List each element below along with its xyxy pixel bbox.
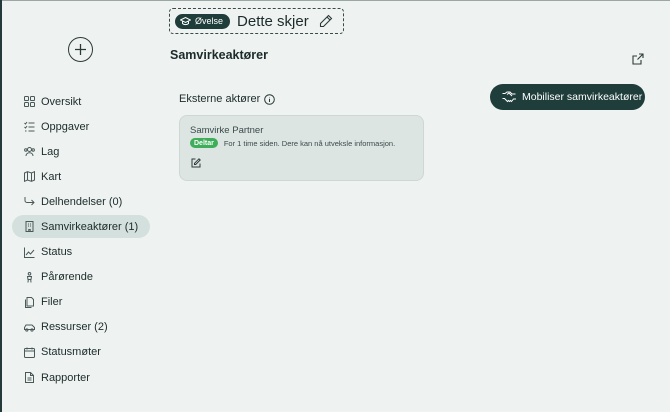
actor-status-row: Deltar For 1 time siden. Dere kan nå utv… [190, 138, 395, 148]
plus-circle-icon [75, 44, 86, 55]
mobilize-button-label: Mobiliser samvirkeaktører [522, 91, 643, 103]
sidebar-item-label: Oppgaver [41, 120, 90, 133]
calendar-icon [24, 347, 35, 358]
exercise-header: Øvelse Dette skjer [169, 8, 344, 34]
sidebar-item-label: Status [41, 246, 73, 259]
sidebar-item-parorende[interactable]: Pårørende [12, 266, 150, 289]
sidebar-item-status[interactable]: Status [12, 241, 150, 264]
add-button[interactable] [68, 37, 93, 62]
page-title: Samvirkeaktører [170, 48, 268, 62]
checklist-icon [24, 121, 35, 132]
info-icon[interactable] [264, 93, 276, 105]
edit-square-icon[interactable] [191, 158, 201, 168]
sidebar-item-label: Delhendelser (0) [41, 195, 123, 208]
section-label-text: Eksterne aktører [179, 93, 261, 105]
person-icon [24, 271, 35, 283]
grid-icon [24, 96, 35, 107]
actor-status-text: For 1 time siden. Dere kan nå utveksle i… [223, 138, 396, 148]
external-actors-heading: Eksterne aktører [179, 93, 276, 105]
window-top-border [0, 0, 670, 1]
exercise-badge: Øvelse [175, 13, 231, 29]
handshake-icon [502, 91, 516, 103]
sidebar-item-lag[interactable]: Lag [12, 140, 150, 163]
sidebar-nav: Oversikt Oppgaver Lag Kart Delhendelser … [12, 90, 150, 391]
sidebar-item-label: Kart [41, 170, 62, 183]
actor-name: Samvirke Partner [190, 125, 264, 136]
sidebar-item-rapporter[interactable]: Rapporter [12, 366, 150, 389]
sidebar-item-filer[interactable]: Filer [12, 291, 150, 314]
sidebar-item-delhendelser[interactable]: Delhendelser (0) [12, 190, 150, 213]
sidebar-item-samvirkeaktorer[interactable]: Samvirkeaktører (1) [12, 215, 150, 239]
sidebar-item-label: Samvirkeaktører (1) [41, 220, 139, 233]
exercise-badge-label: Øvelse [195, 16, 224, 26]
sidebar-item-kart[interactable]: Kart [12, 165, 150, 188]
map-icon [24, 171, 35, 183]
status-badge: Deltar [190, 138, 218, 148]
files-icon [24, 296, 35, 308]
sidebar-item-label: Oversikt [41, 95, 82, 108]
sidebar-item-label: Ressurser (2) [41, 321, 108, 334]
pencil-icon[interactable] [319, 14, 333, 28]
sidebar-item-statusmoter[interactable]: Statusmøter [12, 341, 150, 364]
actor-card: Samvirke Partner Deltar For 1 time siden… [179, 115, 424, 181]
subevent-arrow-icon [24, 196, 35, 207]
chart-line-icon [24, 247, 35, 258]
car-icon [24, 322, 35, 333]
sidebar-item-label: Filer [41, 296, 63, 309]
window-left-border [0, 0, 2, 412]
external-link-icon[interactable] [632, 53, 644, 65]
mobilize-actors-button[interactable]: Mobiliser samvirkeaktører [490, 84, 645, 110]
sidebar-item-label: Lag [41, 145, 60, 158]
sidebar-item-label: Pårørende [41, 271, 93, 284]
graduation-cap-icon [180, 16, 191, 25]
sidebar-item-label: Rapporter [41, 371, 90, 384]
sidebar-item-ressurser[interactable]: Ressurser (2) [12, 316, 150, 339]
sidebar-item-oversikt[interactable]: Oversikt [12, 90, 150, 113]
document-icon [24, 372, 35, 384]
sidebar-item-oppgaver[interactable]: Oppgaver [12, 115, 150, 138]
building-icon [24, 221, 35, 233]
team-icon [24, 146, 35, 157]
event-title: Dette skjer [237, 12, 309, 30]
sidebar-item-label: Statusmøter [41, 346, 101, 359]
